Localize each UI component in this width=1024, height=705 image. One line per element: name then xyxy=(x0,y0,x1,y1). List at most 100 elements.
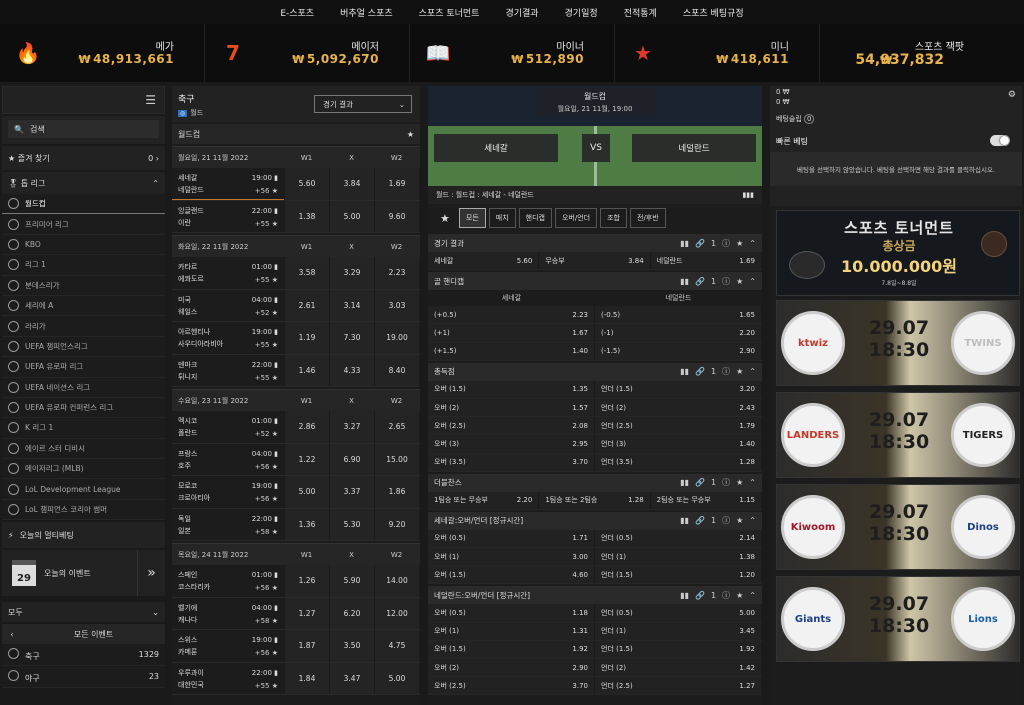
link-icon[interactable]: 🔗 xyxy=(695,478,705,487)
odds-button[interactable]: 언더 (3.5) 1.28 xyxy=(595,453,762,471)
tab-5[interactable]: 전/후반 xyxy=(630,208,666,228)
odds-button[interactable]: 3.58 xyxy=(284,257,329,289)
odds-button[interactable]: 5.60 xyxy=(284,168,329,200)
odds-button[interactable]: 2.86 xyxy=(284,411,329,443)
filter-select[interactable]: 모두 ⌄ xyxy=(2,602,165,623)
star-icon[interactable]: ★ xyxy=(736,277,743,286)
odds-button[interactable]: 오버 (3) 2.95 xyxy=(428,435,595,453)
odds-button[interactable]: 2.23 xyxy=(374,257,419,289)
odds-button[interactable]: 3.03 xyxy=(374,289,419,321)
chevron-up-icon[interactable]: ⌃ xyxy=(749,478,756,487)
league-item[interactable]: 월드컵 xyxy=(2,194,165,215)
odds-button[interactable]: 3.29 xyxy=(329,257,374,289)
odds-button[interactable]: 1.46 xyxy=(284,354,329,386)
tournament-banner[interactable]: 스포츠 토너먼트 총상금 10.000.000원 7.8일~8.8일 xyxy=(776,210,1020,296)
league-item[interactable]: UEFA 네이션스 리그 xyxy=(2,377,165,398)
odds-button[interactable]: 1.84 xyxy=(284,662,329,694)
chevron-left-icon[interactable]: ‹ xyxy=(2,630,22,639)
odds-button[interactable]: 9.60 xyxy=(374,200,419,232)
chevron-up-icon[interactable]: ⌃ xyxy=(749,367,756,376)
odds-button[interactable]: 3.84 xyxy=(329,168,374,200)
league-item[interactable]: 프리미어 리그 xyxy=(2,214,165,235)
league-item[interactable]: UEFA 챔피언스리그 xyxy=(2,336,165,358)
odds-button[interactable]: 언더 (3) 1.40 xyxy=(595,435,762,453)
odds-button[interactable]: 3.47 xyxy=(329,662,374,694)
odds-button[interactable]: 19.00 xyxy=(374,322,419,354)
gear-icon[interactable]: ⚙ xyxy=(1008,90,1016,100)
nav-item[interactable]: 전적통계 xyxy=(611,6,670,19)
tab-0[interactable]: 모든 xyxy=(458,208,486,228)
odds-button[interactable]: 5.90 xyxy=(329,565,374,597)
chevron-up-icon[interactable]: ⌃ xyxy=(749,239,756,248)
info-icon[interactable]: ⓘ xyxy=(722,366,730,377)
top-league-header[interactable]: 🎖 톱 리그 ⌃ xyxy=(2,172,165,194)
competition-header[interactable]: 월드컵 ★ xyxy=(172,124,420,144)
odds-button[interactable]: 8.40 xyxy=(374,354,419,386)
odds-button[interactable]: 언더 (0.5) 5.00 xyxy=(595,604,762,622)
star-icon[interactable]: ★ xyxy=(736,367,743,376)
nav-item[interactable]: 스포츠 베팅규정 xyxy=(670,6,757,19)
match-row[interactable]: 덴마크 튀니지 22:00 ▮ +55 ★ 1.46 4.33 8.40 xyxy=(172,354,420,387)
odds-button[interactable]: 오버 (2.5) 3.70 xyxy=(428,677,595,695)
odds-button[interactable]: 9.20 xyxy=(374,508,419,540)
odds-button[interactable]: 네덜란드 1.69 xyxy=(650,252,762,270)
odds-button[interactable]: 1.38 xyxy=(284,200,329,232)
odds-button[interactable]: 6.90 xyxy=(329,443,374,475)
nav-item[interactable]: 스포츠 토너먼트 xyxy=(406,6,493,19)
star-icon[interactable]: ★ xyxy=(736,591,743,600)
odds-button[interactable]: 오버 (3.5) 3.70 xyxy=(428,453,595,471)
menu-icon[interactable]: ☰ xyxy=(145,93,156,107)
stats-icon[interactable]: ▮▮ xyxy=(680,478,689,487)
link-icon[interactable]: 🔗 xyxy=(695,516,705,525)
info-icon[interactable]: ⓘ xyxy=(722,276,730,287)
match-row[interactable]: 우루과이 대한민국 22:00 ▮ +55 ★ 1.84 3.47 5.00 xyxy=(172,662,420,695)
league-item[interactable]: 분데스리가 xyxy=(2,275,165,296)
match-row[interactable]: 카타르 에콰도르 01:00 ▮ +55 ★ 3.58 3.29 2.23 xyxy=(172,257,420,290)
star-icon[interactable]: ★ xyxy=(269,374,278,382)
stats-icon[interactable]: ▮▮ xyxy=(680,591,689,600)
nav-item[interactable]: 버추얼 스포츠 xyxy=(327,6,406,19)
odds-button[interactable]: 1팀승 또는 2팀승 1.28 xyxy=(539,491,651,509)
odds-button[interactable]: 세네갈 5.60 xyxy=(428,252,540,270)
odds-button[interactable]: 1팀승 또는 무승부 2.20 xyxy=(428,491,540,509)
odds-button[interactable]: (-0.5) 1.65 xyxy=(595,306,762,324)
odds-button[interactable]: 3.14 xyxy=(329,289,374,321)
market-section-header[interactable]: 골 핸디캡 ▮▮ 🔗 1 ⓘ ★ ⌃ xyxy=(428,272,762,291)
market-section-header[interactable]: 총득점 ▮▮ 🔗 1 ⓘ ★ ⌃ xyxy=(428,362,762,381)
star-icon[interactable]: ★ xyxy=(736,478,743,487)
league-item[interactable]: UEFA 유로파 리그 xyxy=(2,357,165,378)
stats-icon[interactable]: ▮▮ xyxy=(680,367,689,376)
star-icon[interactable]: ★ xyxy=(269,187,278,195)
league-item[interactable]: LoL Development League xyxy=(2,479,165,500)
odds-button[interactable]: 12.00 xyxy=(374,597,419,629)
search-input[interactable]: 🔍 검색 xyxy=(8,120,159,138)
match-row[interactable]: 미국 웨일스 04:00 ▮ +52 ★ 2.61 3.14 3.03 xyxy=(172,289,420,322)
tab-2[interactable]: 핸디캡 xyxy=(518,208,552,228)
star-icon[interactable]: ★ xyxy=(269,617,278,625)
odds-button[interactable]: 1.86 xyxy=(374,476,419,508)
odds-button[interactable]: 언더 (0.5) 2.14 xyxy=(595,529,762,548)
star-icon[interactable]: ★ xyxy=(269,220,278,228)
odds-button[interactable]: 언더 (1.5) 1.92 xyxy=(595,640,762,658)
odds-button[interactable]: 오버 (1.5) 1.35 xyxy=(428,380,595,398)
league-item[interactable]: LoL 챔피언스 코리아 썸머 xyxy=(2,499,165,521)
match-row[interactable]: 벨기에 캐나다 04:00 ▮ +58 ★ 1.27 6.20 12.00 xyxy=(172,597,420,630)
odds-button[interactable]: 2팀승 또는 무승부 1.15 xyxy=(650,491,762,509)
star-icon[interactable]: ★ xyxy=(269,430,278,438)
link-icon[interactable]: 🔗 xyxy=(695,277,705,286)
info-icon[interactable]: ⓘ xyxy=(722,590,730,601)
market-dropdown[interactable]: 경기 결과 ⌄ xyxy=(314,95,412,113)
odds-button[interactable]: 3.37 xyxy=(329,476,374,508)
odds-button[interactable]: 14.00 xyxy=(374,565,419,597)
info-icon[interactable]: ⓘ xyxy=(722,238,730,249)
chevron-up-icon[interactable]: ⌃ xyxy=(749,277,756,286)
market-section-header[interactable]: 세네갈:오버/언더 [정규시간] ▮▮ 🔗 1 ⓘ ★ ⌃ xyxy=(428,511,762,530)
star-icon[interactable]: ★ xyxy=(407,130,414,139)
odds-button[interactable]: 4.75 xyxy=(374,630,419,662)
tab-4[interactable]: 조합 xyxy=(600,208,627,228)
info-icon[interactable]: ⓘ xyxy=(722,477,730,488)
odds-button[interactable]: 무승부 3.84 xyxy=(539,252,651,270)
odds-button[interactable]: 오버 (0.5) 1.18 xyxy=(428,604,595,622)
odds-button[interactable]: 15.00 xyxy=(374,443,419,475)
odds-button[interactable]: 오버 (1) 1.31 xyxy=(428,622,595,640)
